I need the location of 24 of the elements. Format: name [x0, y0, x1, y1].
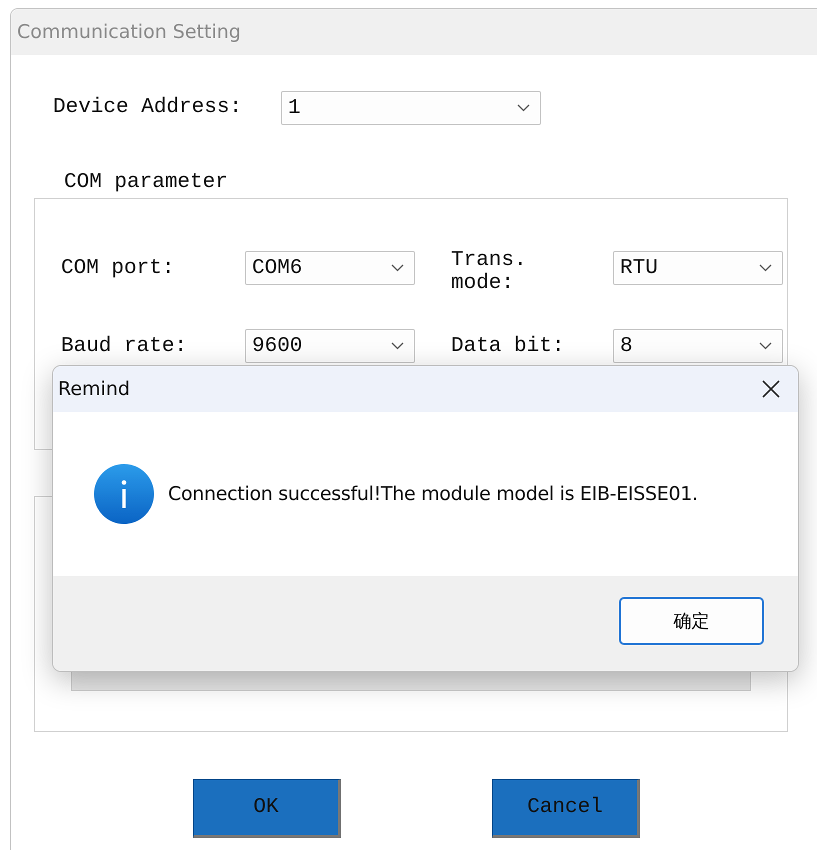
- dropdown-field[interactable]: 8: [613, 329, 783, 364]
- dropdown-field[interactable]: COM6: [245, 251, 415, 286]
- close-icon[interactable]: [762, 380, 780, 398]
- dropdown-field[interactable]: RTU: [613, 251, 783, 286]
- dropdown-field[interactable]: 9600: [245, 329, 415, 364]
- dialog-title: Remind: [58, 378, 130, 400]
- field-label: Data bit:: [451, 334, 566, 358]
- confirm-button[interactable]: 确定: [619, 597, 764, 645]
- info-icon: [94, 464, 154, 524]
- chevron-down-icon: [517, 104, 530, 112]
- chevron-down-icon: [759, 342, 772, 350]
- field-label: Trans. mode:: [451, 249, 528, 296]
- field-label: Baud rate:: [61, 334, 188, 358]
- field-label: COM port:: [61, 256, 176, 280]
- dialog-message: Connection successful!The module model is EIB-EISSE01.: [168, 483, 698, 505]
- window-title: Communication Setting: [17, 21, 241, 43]
- field-label: Device Address:: [53, 96, 244, 120]
- group-title: COM parameter: [64, 171, 229, 194]
- dialog-button[interactable]: Cancel: [492, 779, 640, 838]
- chevron-down-icon: [759, 264, 772, 272]
- dropdown-field[interactable]: 1: [281, 91, 541, 125]
- dialog-button[interactable]: OK: [193, 779, 341, 838]
- chevron-down-icon: [391, 264, 404, 272]
- chevron-down-icon: [391, 342, 404, 350]
